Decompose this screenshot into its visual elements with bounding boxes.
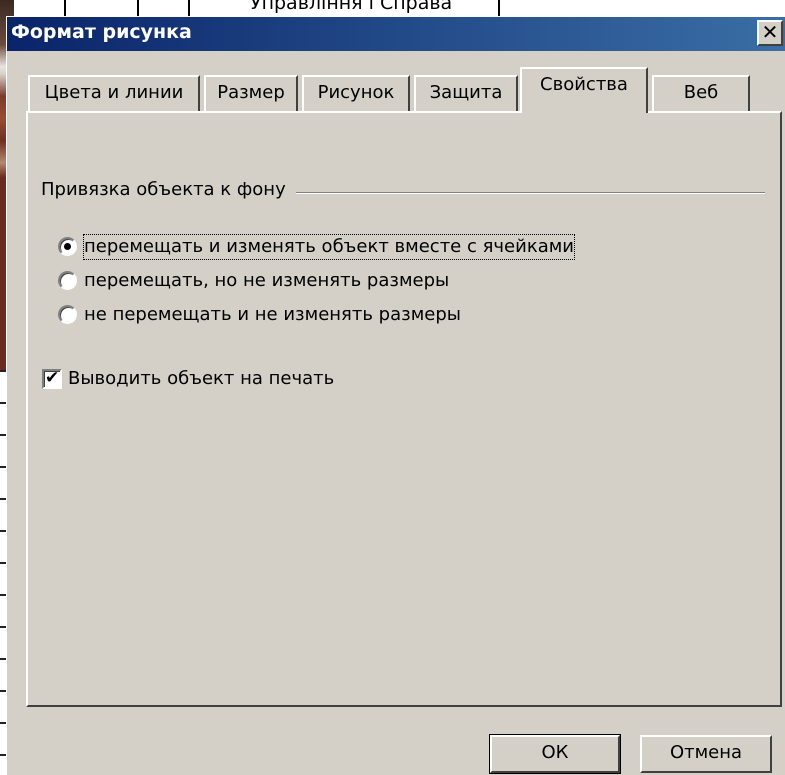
button-label: ОК xyxy=(541,742,569,763)
background-cell-border xyxy=(137,0,139,16)
print-object-checkbox[interactable]: ✔ xyxy=(42,368,62,389)
group-label-object-positioning: Привязка объекта к фону xyxy=(41,179,296,200)
close-icon: ✕ xyxy=(761,20,779,44)
ok-button[interactable]: ОК xyxy=(489,734,621,774)
radio-label: не перемещать и не изменять размеры xyxy=(84,304,461,325)
radio-label: перемещать, но не изменять размеры xyxy=(84,270,450,291)
background-cell-border xyxy=(498,0,500,16)
background-cell-border xyxy=(64,0,66,16)
background-cell-border xyxy=(188,0,190,16)
cancel-button[interactable]: Отмена xyxy=(640,735,772,773)
tab-label: Размер xyxy=(217,82,285,103)
format-picture-dialog: Формат рисунка ✕ Цвета и линии Размер Ри… xyxy=(6,16,785,775)
background-cell-text: Управління і Справа xyxy=(250,0,453,14)
radio-button[interactable] xyxy=(58,237,77,256)
tab-web[interactable]: Веб xyxy=(652,75,750,111)
tab-picture[interactable]: Рисунок xyxy=(302,75,410,111)
tab-protection[interactable]: Защита xyxy=(414,75,518,111)
background-sheet-row: Управління і Справа xyxy=(14,0,785,16)
tab-label: Рисунок xyxy=(317,82,395,103)
tab-label: Свойства xyxy=(540,74,628,95)
radio-selected-dot xyxy=(64,243,71,250)
dialog-title: Формат рисунка xyxy=(11,21,192,43)
radio-button[interactable] xyxy=(58,271,77,290)
radio-button[interactable] xyxy=(58,305,77,324)
radio-label: перемещать и изменять объект вместе с яч… xyxy=(82,234,576,260)
tab-label: Защита xyxy=(429,82,503,103)
tab-label: Веб xyxy=(683,82,719,103)
close-button[interactable]: ✕ xyxy=(757,20,783,46)
properties-panel: Привязка объекта к фону перемещать и изм… xyxy=(26,111,782,707)
print-object-label: Выводить объект на печать xyxy=(68,368,335,389)
tab-size[interactable]: Размер xyxy=(204,75,298,111)
button-label: Отмена xyxy=(669,742,743,763)
tab-properties[interactable]: Свойства xyxy=(520,67,648,113)
tab-colors-and-lines[interactable]: Цвета и линии xyxy=(28,75,200,111)
checkmark-icon: ✔ xyxy=(45,368,60,388)
tab-label: Цвета и линии xyxy=(44,82,184,103)
dialog-titlebar[interactable]: Формат рисунка ✕ xyxy=(7,17,785,51)
